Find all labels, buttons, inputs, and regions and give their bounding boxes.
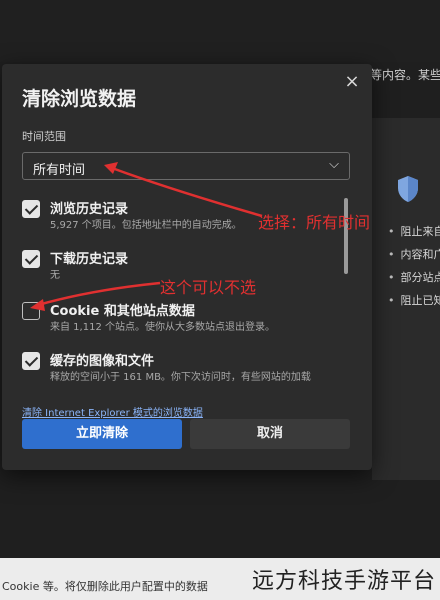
option-description: 无 bbox=[50, 270, 60, 281]
option-cached-images[interactable]: 缓存的图像和文件 释放的空间小于 161 MB。你下次访问时，有些网站的加载 bbox=[22, 350, 342, 390]
list-item: • 阻止已知 bbox=[388, 294, 440, 307]
background-header bbox=[0, 0, 440, 62]
option-description: 5,927 个项目。包括地址栏中的自动完成。 bbox=[50, 220, 242, 231]
clear-now-button[interactable]: 立即清除 bbox=[22, 419, 182, 449]
option-name: Cookie 和其他站点数据 bbox=[50, 304, 195, 319]
checkbox-browsing-history[interactable] bbox=[22, 200, 40, 218]
option-cookies[interactable]: Cookie 和其他站点数据 来自 1,112 个站点。使你从大多数站点退出登录… bbox=[22, 300, 342, 340]
background-tracking-list: • 阻止来自 • 内容和广 • 部分站点 • 阻止已知 bbox=[388, 220, 440, 312]
time-range-select[interactable]: 所有时间 ⌵ bbox=[22, 152, 350, 180]
annotation-optional: 这个可以不选 bbox=[160, 278, 257, 297]
close-icon[interactable]: × bbox=[342, 72, 362, 92]
option-name: 缓存的图像和文件 bbox=[50, 354, 155, 369]
bullet-icon: • bbox=[388, 294, 395, 307]
background-page-text: 等内容。某些 bbox=[370, 68, 440, 82]
checkbox-download-history[interactable] bbox=[22, 250, 40, 268]
annotation-select-all-time: 选择：所有时间 bbox=[258, 213, 371, 232]
checkbox-cached-images[interactable] bbox=[22, 352, 40, 370]
bullet-icon: • bbox=[388, 248, 395, 261]
option-name: 浏览历史记录 bbox=[50, 202, 129, 217]
bottom-page-text: Cookie 等。将仅删除此用户配置中的数据 bbox=[2, 580, 208, 593]
option-name: 下载历史记录 bbox=[50, 252, 129, 267]
time-range-label: 时间范围 bbox=[22, 130, 66, 143]
list-item: • 内容和广 bbox=[388, 248, 440, 261]
chevron-down-icon: ⌵ bbox=[329, 157, 339, 172]
time-range-value: 所有时间 bbox=[33, 163, 86, 178]
clear-browsing-data-dialog: × 清除浏览数据 时间范围 所有时间 ⌵ 浏览历史记录 5,927 个项目。包括… bbox=[2, 64, 372, 470]
dialog-title: 清除浏览数据 bbox=[22, 88, 137, 110]
bullet-icon: • bbox=[388, 271, 395, 284]
cancel-button[interactable]: 取消 bbox=[190, 419, 350, 449]
bullet-icon: • bbox=[388, 225, 395, 238]
option-description: 释放的空间小于 161 MB。你下次访问时，有些网站的加载 bbox=[50, 372, 311, 383]
option-description: 来自 1,112 个站点。使你从大多数站点退出登录。 bbox=[50, 322, 275, 333]
shield-icon bbox=[398, 176, 418, 202]
watermark-text: 远方科技手游平台 bbox=[251, 569, 436, 594]
list-item: • 阻止来自 bbox=[388, 225, 440, 238]
list-item: • 部分站点 bbox=[388, 271, 440, 284]
checkbox-cookies[interactable] bbox=[22, 302, 40, 320]
ie-mode-clear-link[interactable]: 清除 Internet Explorer 模式的浏览数据 bbox=[22, 404, 203, 419]
